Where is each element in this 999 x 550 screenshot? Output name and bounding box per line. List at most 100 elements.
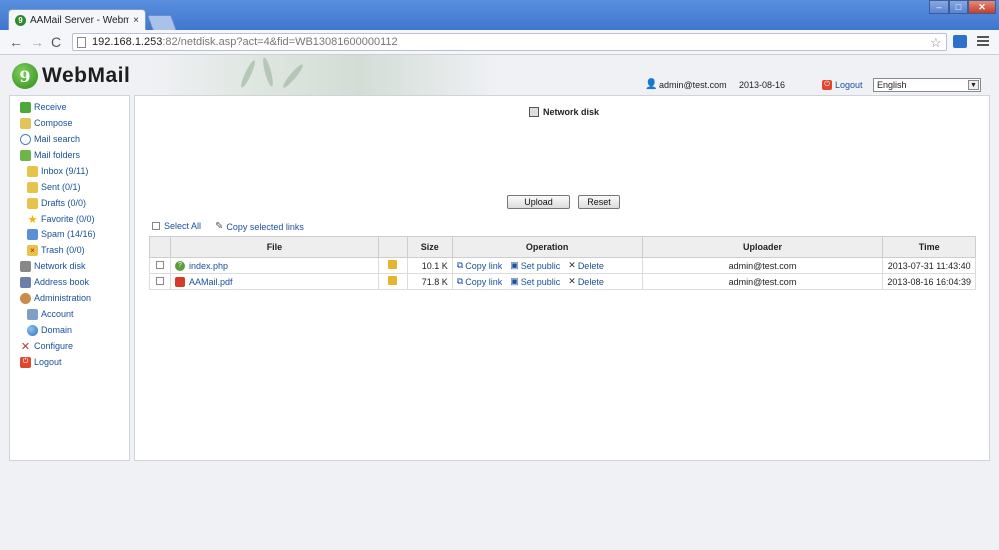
extension-icon[interactable] — [953, 35, 967, 48]
tools-icon: ✕ — [20, 340, 31, 353]
disk-icon — [20, 260, 31, 272]
sidebar-item-address-book[interactable]: Address book — [20, 275, 89, 289]
uploader-cell: admin@test.com — [641, 257, 884, 274]
row-checkbox[interactable] — [155, 276, 164, 285]
copy-link-label: Copy link — [465, 276, 503, 287]
language-value: English — [877, 80, 907, 90]
lock-icon[interactable] — [388, 260, 398, 269]
page-title-text: Network disk — [543, 107, 600, 117]
sidebar-item-label: Drafts (0/0) — [41, 198, 87, 208]
logout-icon[interactable]: ⏻ — [822, 80, 832, 90]
header-time: Time — [882, 236, 976, 258]
window-minimize-button[interactable]: – — [929, 0, 949, 14]
row-checkbox[interactable] — [155, 260, 164, 269]
window-maximize-button[interactable]: □ — [949, 0, 968, 14]
delete-button[interactable]: ✕ Delete — [568, 260, 604, 271]
sidebar-item-label: Mail search — [34, 134, 81, 144]
set-public-button[interactable]: ▣ Set public — [510, 276, 560, 287]
copy-icon: ⧉ — [456, 260, 464, 270]
upload-button[interactable]: Upload — [507, 195, 570, 209]
sidebar-item-label: Configure — [34, 341, 74, 351]
pdf-file-icon — [174, 276, 185, 287]
tab-close-icon[interactable]: × — [133, 15, 139, 26]
copy-selected-links[interactable]: ✎ Copy selected links — [215, 221, 304, 232]
delete-label: Delete — [577, 260, 604, 271]
folders-icon — [20, 149, 31, 161]
sidebar-item-compose[interactable]: Compose — [20, 116, 73, 130]
logout-link[interactable]: Logout — [835, 80, 863, 90]
sidebar-item-receive[interactable]: Receive — [20, 100, 67, 114]
user-icon: 👤 — [645, 79, 658, 90]
aamail-favicon-icon: 9 — [15, 14, 26, 26]
delete-button[interactable]: ✕ Delete — [568, 276, 604, 287]
sidebar-item-favorite[interactable]: ★ Favorite (0/0) — [27, 212, 95, 226]
lock-icon[interactable] — [388, 276, 398, 285]
file-name-link[interactable]: index.php — [189, 261, 228, 271]
sidebar-item-domain[interactable]: Domain — [27, 323, 72, 337]
share-icon: ▣ — [510, 276, 519, 286]
forward-button[interactable]: → — [30, 34, 44, 50]
receive-icon — [20, 101, 31, 113]
compose-icon — [20, 117, 31, 129]
sidebar-item-label: Trash (0/0) — [41, 245, 85, 255]
sidebar-item-label: Spam (14/16) — [41, 229, 96, 239]
reload-button[interactable]: C — [51, 34, 61, 50]
user-email: admin@test.com — [659, 80, 727, 90]
copy-link-button[interactable]: ⧉ Copy link — [457, 276, 502, 287]
set-public-button[interactable]: ▣ Set public — [510, 260, 560, 271]
copy-link-button[interactable]: ⧉ Copy link — [457, 260, 502, 271]
sidebar-item-mail-search[interactable]: Mail search — [20, 132, 80, 146]
uploader-cell: admin@test.com — [641, 273, 884, 290]
sidebar-item-drafts[interactable]: Drafts (0/0) — [27, 196, 86, 210]
sidebar-item-label: Account — [41, 309, 74, 319]
sidebar-item-trash[interactable]: × Trash (0/0) — [27, 243, 85, 257]
row-checkbox-cell — [149, 257, 171, 274]
size-cell: 10.1 K — [406, 257, 453, 274]
copy-link-label: Copy link — [465, 260, 503, 271]
language-select[interactable]: English ▼ — [873, 78, 981, 92]
sidebar-item-logout[interactable]: ⏻ Logout — [20, 355, 62, 369]
trash-icon: × — [27, 244, 38, 256]
sidebar-item-label: Administration — [34, 293, 92, 303]
table-row: ? index.php 10.1 K ⧉ Copy link ▣ Set public… — [149, 257, 976, 274]
sidebar-item-administration[interactable]: Administration — [20, 291, 91, 305]
select-all-checkbox[interactable] — [152, 222, 160, 230]
sidebar-item-mail-folders[interactable]: Mail folders — [20, 148, 80, 162]
time-cell: 2013-08-16 16:04:39 — [882, 273, 976, 290]
address-bar[interactable]: 192.168.1.253:82/netdisk.asp?act=4&fid=W… — [72, 33, 947, 51]
sidebar-item-network-disk[interactable]: Network disk — [20, 259, 86, 273]
operation-cell: ⧉ Copy link ▣ Set public ✕ Delete — [451, 257, 643, 274]
sidebar-item-sent[interactable]: Sent (0/1) — [27, 180, 81, 194]
bookmark-star-icon[interactable]: ☆ — [930, 35, 942, 51]
delete-label: Delete — [577, 276, 604, 287]
header-operation: Operation — [451, 236, 643, 258]
admin-icon — [20, 292, 31, 304]
lock-cell — [377, 257, 408, 274]
php-file-icon: ? — [174, 260, 185, 271]
sidebar-item-inbox[interactable]: Inbox (9/11) — [27, 164, 88, 178]
disk-icon — [529, 107, 539, 117]
sidebar-item-label: Network disk — [34, 261, 86, 271]
file-cell: ? index.php — [169, 257, 379, 274]
browser-tab[interactable]: 9 AAMail Server - Webmail × — [8, 9, 146, 30]
sidebar-item-account[interactable]: Account — [27, 307, 74, 321]
url-path: :82/netdisk.asp?act=4&fid=WB130816000001… — [162, 36, 398, 48]
window-close-button[interactable]: ✕ — [968, 0, 996, 14]
header-decoration — [150, 55, 500, 95]
sidebar-item-spam[interactable]: Spam (14/16) — [27, 227, 96, 241]
reset-button[interactable]: Reset — [578, 195, 620, 209]
globe-icon — [27, 324, 38, 336]
url-host: 192.168.1.253 — [92, 36, 163, 48]
back-button[interactable]: ← — [9, 34, 23, 50]
select-all[interactable]: Select All — [152, 221, 201, 231]
row-checkbox-cell — [149, 273, 171, 290]
logo-icon: 9 — [12, 63, 38, 89]
delete-icon: ✕ — [568, 260, 576, 270]
header-file: File — [169, 236, 379, 258]
browser-menu-icon[interactable] — [977, 36, 989, 48]
file-name-link[interactable]: AAMail.pdf — [189, 277, 233, 287]
set-public-label: Set public — [520, 276, 561, 287]
sidebar-item-configure[interactable]: ✕ Configure — [20, 339, 73, 353]
time-cell: 2013-07-31 11:43:40 — [882, 257, 976, 274]
sidebar-item-label: Inbox (9/11) — [41, 166, 89, 176]
